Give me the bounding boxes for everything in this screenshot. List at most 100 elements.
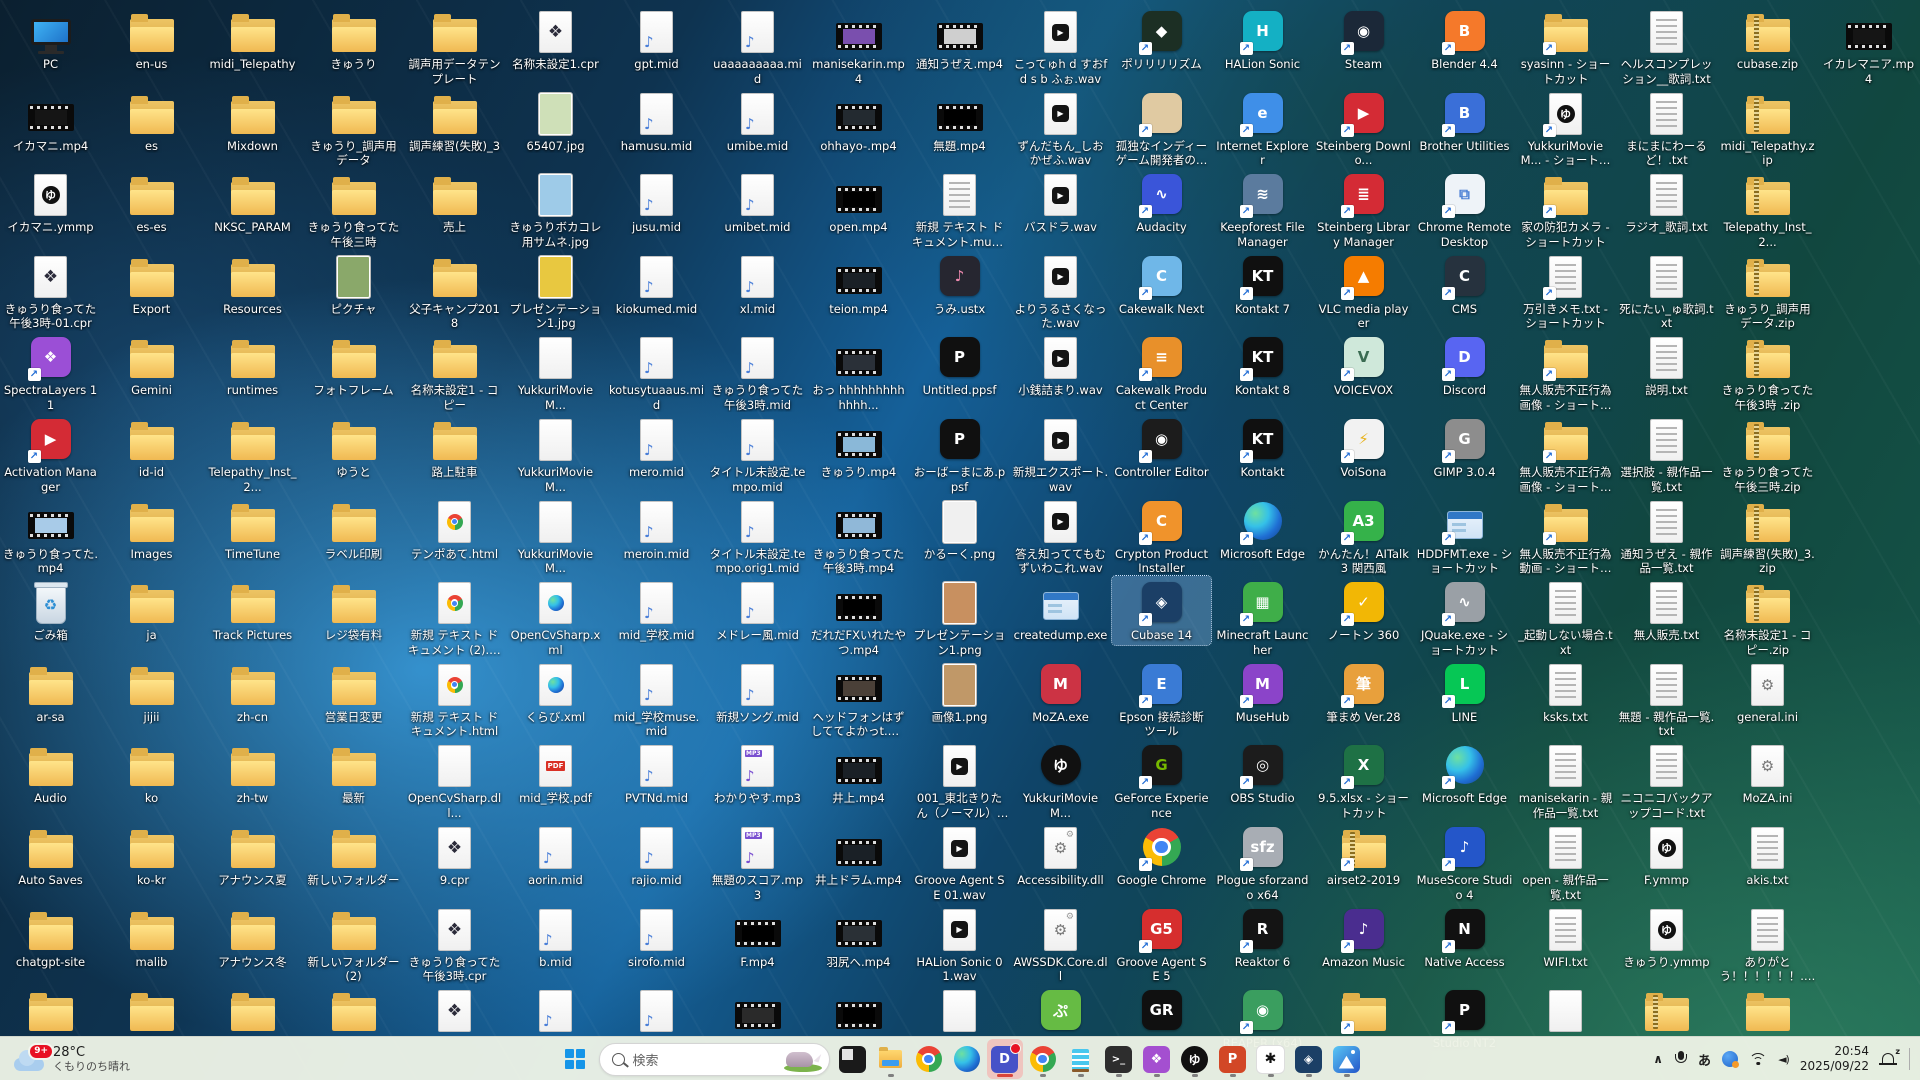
desktop-icon[interactable]: M ↗ MuseHub bbox=[1213, 658, 1312, 727]
desktop-icon[interactable]: ↗ syasinn - ショートカット bbox=[1516, 5, 1615, 88]
desktop-icon[interactable]: ≡ ↗ Cakewalk Product Center bbox=[1112, 331, 1211, 414]
desktop-icon[interactable]: ▲ ↗ VLC media player bbox=[1314, 250, 1413, 333]
desktop-icon[interactable]: open - 親作品一覧.txt bbox=[1516, 821, 1615, 904]
desktop-icon[interactable]: きゅうり食ってた午後3時 .zip bbox=[1718, 331, 1817, 414]
desktop-icon[interactable]: open.mp4 bbox=[809, 168, 908, 237]
desktop-icon[interactable]: M MoZA.exe bbox=[1011, 658, 1110, 727]
desktop-icon[interactable]: ⚙ MoZA.ini bbox=[1718, 739, 1817, 808]
taskbar-powerpoint[interactable]: P bbox=[1215, 1039, 1251, 1079]
desktop-icon[interactable]: ♪ umibe.mid bbox=[708, 87, 807, 156]
desktop-icon[interactable]: ゆきゅうり.ymmp bbox=[1617, 903, 1716, 972]
desktop-icon[interactable]: Images bbox=[102, 495, 201, 564]
desktop-icon[interactable]: ∿ ↗ Audacity bbox=[1112, 168, 1211, 237]
desktop-icon[interactable]: ✓ ↗ ノートン 360 bbox=[1314, 576, 1413, 645]
taskbar-google-chrome[interactable] bbox=[911, 1039, 947, 1079]
desktop-icon[interactable]: es-es bbox=[102, 168, 201, 237]
desktop-icon[interactable]: Telepathy_Inst_2... bbox=[203, 413, 302, 496]
taskbar-yukkuri-movie-maker[interactable]: ゆ bbox=[1177, 1039, 1213, 1079]
desktop-icon[interactable]: chatgpt-site bbox=[1, 903, 100, 972]
desktop-icon[interactable]: malib bbox=[102, 903, 201, 972]
desktop-icon[interactable]: きゅうりボカコレ用サムネ.jpg bbox=[506, 168, 605, 251]
ime-indicator[interactable]: あ bbox=[1698, 1050, 1711, 1069]
microphone-icon[interactable] bbox=[1674, 1051, 1687, 1068]
desktop-icon[interactable]: ↗ Microsoft Edge bbox=[1415, 739, 1514, 808]
desktop-icon[interactable]: ❖ きゅうり食ってた午後3時-01.cpr bbox=[1, 250, 100, 333]
desktop-icon[interactable]: KT ↗ Kontakt 8 bbox=[1213, 331, 1312, 400]
desktop-icon[interactable]: ♪ mid_学校muse.mid bbox=[607, 658, 706, 741]
desktop-icon[interactable]: ▶ バスドラ.wav bbox=[1011, 168, 1110, 237]
desktop-icon[interactable]: アナウンス夏 bbox=[203, 821, 302, 890]
desktop-icon[interactable]: ◈ ↗ Cubase 14 bbox=[1111, 575, 1212, 646]
desktop-icon[interactable]: midi_Telepathy bbox=[203, 5, 302, 74]
desktop-icon[interactable]: ↗ Google Chrome bbox=[1112, 821, 1211, 890]
desktop-icon[interactable]: zh-tw bbox=[203, 739, 302, 808]
taskbar-spectralayers[interactable]: ❖ bbox=[1139, 1039, 1175, 1079]
desktop-icon[interactable]: manisekarin.mp4 bbox=[809, 5, 908, 88]
desktop-icon[interactable]: V ↗ VOICEVOX bbox=[1314, 331, 1413, 400]
desktop-icon[interactable]: ↗ 万引きメモ.txt - ショートカット bbox=[1516, 250, 1615, 333]
desktop-icon[interactable]: 新規 テキスト ドキュメント.html bbox=[405, 658, 504, 741]
clock[interactable]: 20:54 2025/09/22 bbox=[1800, 1044, 1869, 1074]
desktop-icon[interactable] bbox=[809, 984, 908, 1038]
desktop-icon[interactable]: きゅうり食ってた.mp4 bbox=[1, 495, 100, 578]
desktop-icon[interactable]: 無人販売.txt bbox=[1617, 576, 1716, 645]
desktop-icon[interactable]: ♪ umibet.mid bbox=[708, 168, 807, 237]
desktop-icon[interactable]: ❖ ↗ SpectraLayers 11 bbox=[1, 331, 100, 414]
desktop-icon[interactable]: ▶ よりうるさくなった.wav bbox=[1011, 250, 1110, 333]
desktop-icon[interactable]: 調声用データテンプレート bbox=[405, 5, 504, 88]
desktop-icon[interactable]: ゆうと bbox=[304, 413, 403, 482]
desktop-icon[interactable]: ↗無人販売不正行為画像 - ショートカッ... bbox=[1516, 331, 1615, 414]
desktop-icon[interactable]: ⚙ general.ini bbox=[1718, 658, 1817, 727]
desktop-icon[interactable]: 無題.mp4 bbox=[910, 87, 1009, 156]
desktop-icon[interactable]: PDF mid_学校.pdf bbox=[506, 739, 605, 808]
desktop-icon[interactable]: runtimes bbox=[203, 331, 302, 400]
desktop-icon[interactable]: 井上.mp4 bbox=[809, 739, 908, 808]
taskbar-cubase[interactable]: ◈ bbox=[1291, 1039, 1327, 1079]
taskbar-microsoft-edge[interactable] bbox=[949, 1039, 985, 1079]
desktop-icon[interactable]: C ↗ Crypton Product Installer bbox=[1112, 495, 1211, 578]
desktop-icon[interactable]: ゆ YukkuriMovieM... bbox=[1011, 739, 1110, 822]
desktop-icon[interactable]: 調声練習(失敗)_3.zip bbox=[1718, 495, 1817, 578]
desktop-icon[interactable]: WIFI.txt bbox=[1516, 903, 1615, 972]
desktop-icon[interactable]: Gemini bbox=[102, 331, 201, 400]
desktop-icon[interactable]: 調声練習(失敗)_3 bbox=[405, 87, 504, 156]
desktop-icon[interactable]: B ↗ Blender 4.4 bbox=[1415, 5, 1514, 74]
desktop-icon[interactable]: en-us bbox=[102, 5, 201, 74]
desktop-icon[interactable]: 羽尻へ.mp4 bbox=[809, 903, 908, 972]
desktop-icon[interactable]: フォトフレーム bbox=[304, 331, 403, 400]
desktop-icon[interactable]: ♪ mid_学校.mid bbox=[607, 576, 706, 645]
desktop-icon[interactable]: 画像1.png bbox=[910, 658, 1009, 727]
desktop-icon[interactable] bbox=[910, 984, 1009, 1038]
desktop-icon[interactable]: Telepathy_Inst_2... bbox=[1718, 168, 1817, 251]
desktop-icon[interactable]: akis.txt bbox=[1718, 821, 1817, 890]
desktop-icon[interactable]: H ↗ HALion Sonic bbox=[1213, 5, 1312, 74]
desktop-icon[interactable]: かるーく.png bbox=[910, 495, 1009, 564]
desktop-icon[interactable]: 新規 テキスト ドキュメント (2).html bbox=[405, 576, 504, 659]
desktop-icon[interactable]: E ↗ Epson 接続診断ツール bbox=[1112, 658, 1211, 741]
desktop-icon[interactable]: ≣ ↗ Steinberg Library Manager bbox=[1314, 168, 1413, 251]
desktop-icon[interactable]: ↗ HDDFMT.exe - ショートカット bbox=[1415, 495, 1514, 578]
desktop-icon[interactable]: N ↗ Native Access bbox=[1415, 903, 1514, 972]
desktop-icon[interactable]: きゅうり_調声用データ.zip bbox=[1718, 250, 1817, 333]
desktop-icon[interactable]: ♪ kotusytuaaus.mid bbox=[607, 331, 706, 414]
desktop-icon[interactable]: MP3 ♪ 無題のスコア.mp3 bbox=[708, 821, 807, 904]
desktop-icon[interactable]: ↗孤独なインディーゲーム開発者の一生 ... bbox=[1112, 87, 1211, 170]
desktop-icon[interactable]: ❖ 9.cpr bbox=[405, 821, 504, 890]
taskbar-chrome-profile[interactable] bbox=[1025, 1039, 1061, 1079]
taskbar-notepad[interactable] bbox=[1063, 1039, 1099, 1079]
desktop-icon[interactable]: Mixdown bbox=[203, 87, 302, 156]
desktop-icon[interactable]: 営業日変更 bbox=[304, 658, 403, 727]
desktop-icon[interactable]: ▶ 小銭詰まり.wav bbox=[1011, 331, 1110, 400]
desktop-icon[interactable]: ▶ HALion Sonic 01.wav bbox=[910, 903, 1009, 986]
desktop-icon[interactable]: だれだFXいれたやつ.mp4 bbox=[809, 576, 908, 659]
desktop-icon[interactable]: PC bbox=[1, 5, 100, 74]
desktop-icon[interactable]: F.mp4 bbox=[708, 903, 807, 972]
desktop-icon[interactable]: ▶ こってゅh d すおf d s b ふぉ.wav bbox=[1011, 5, 1110, 88]
desktop-icon[interactable]: ♪ bbox=[506, 984, 605, 1038]
desktop-icon[interactable]: 路上駐車 bbox=[405, 413, 504, 482]
desktop-icon[interactable]: イカレマニア.mp4 bbox=[1819, 5, 1918, 88]
desktop-icon[interactable]: プレゼンテーション1.jpg bbox=[506, 250, 605, 333]
desktop-icon[interactable]: ▶ 答え知っててもむずいわこれ.wav bbox=[1011, 495, 1110, 578]
desktop-icon[interactable]: ↗ bbox=[1314, 984, 1413, 1038]
desktop-icon[interactable]: ♪ hamusu.mid bbox=[607, 87, 706, 156]
